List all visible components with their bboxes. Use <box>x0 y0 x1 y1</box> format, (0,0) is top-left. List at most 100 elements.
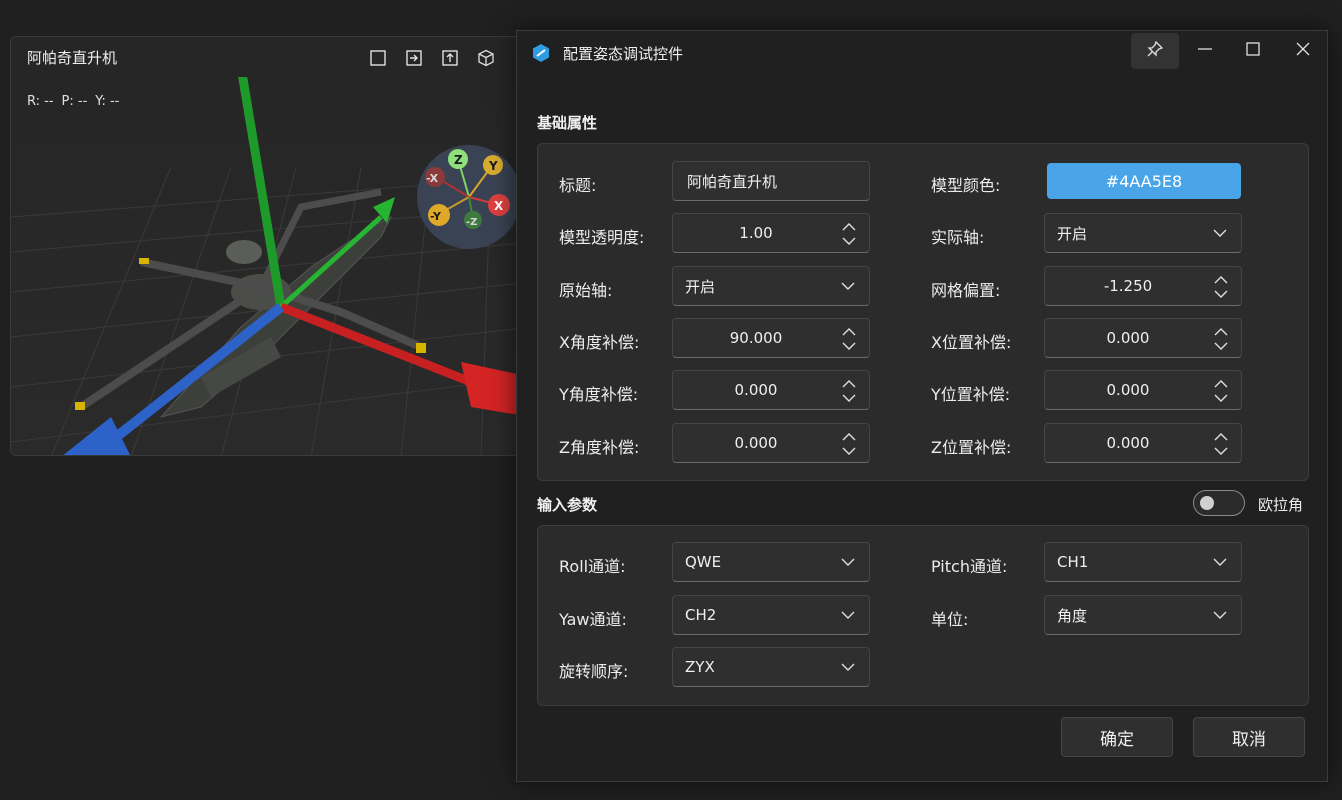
roll-channel-value: QWE <box>685 553 722 571</box>
roll-channel-select[interactable]: QWE <box>672 542 870 582</box>
grid-offset-label: 网格偏置: <box>931 281 1001 300</box>
minimize-button[interactable] <box>1181 33 1229 69</box>
opacity-value: 1.00 <box>739 224 773 242</box>
opacity-label: 模型透明度: <box>559 228 645 247</box>
chevron-down-icon <box>841 663 855 671</box>
close-button[interactable] <box>1279 33 1327 69</box>
orientation-gizmo: Z Y X -X -Y -Z <box>417 145 521 249</box>
z-angle-value: 0.000 <box>734 434 778 452</box>
x-angle-spinbox[interactable]: 90.000 <box>672 318 870 358</box>
y-pos-spinbox[interactable]: 0.000 <box>1044 370 1242 410</box>
3d-canvas[interactable]: Z Y X -X -Y -Z <box>11 77 529 455</box>
spin-arrows-icon <box>842 328 856 350</box>
roll-readout: R: -- <box>27 94 54 109</box>
title-label: 标题: <box>559 176 597 195</box>
z-angle-label: Z角度补偿: <box>559 438 640 457</box>
cancel-button[interactable]: 取消 <box>1193 717 1305 757</box>
z-pos-label: Z位置补偿: <box>931 438 1012 457</box>
gizmo-x-label: X <box>494 199 504 213</box>
chevron-down-icon <box>1213 611 1227 619</box>
export-icon[interactable] <box>403 47 425 69</box>
actual-axis-value: 开启 <box>1057 224 1088 243</box>
unit-label: 单位: <box>931 610 969 629</box>
rotation-order-select[interactable]: ZYX <box>672 647 870 687</box>
maximize-button[interactable] <box>1229 33 1277 69</box>
viewer-title: 阿帕奇直升机 <box>27 48 118 67</box>
x-pos-spinbox[interactable]: 0.000 <box>1044 318 1242 358</box>
origin-axis-select[interactable]: 开启 <box>672 266 870 306</box>
actual-axis-select[interactable]: 开启 <box>1044 213 1242 253</box>
z-pos-value: 0.000 <box>1106 434 1150 452</box>
model-color-value: #4AA5E8 <box>1105 171 1183 191</box>
rotation-order-value: ZYX <box>685 658 715 676</box>
spin-arrows-icon <box>842 380 856 402</box>
rpy-readout: R: -- P: -- Y: -- <box>27 94 119 109</box>
dialog-titlebar[interactable]: 配置姿态调试控件 <box>517 31 1327 75</box>
y-angle-value: 0.000 <box>734 381 778 399</box>
chevron-down-icon <box>841 611 855 619</box>
yaw-channel-label: Yaw通道: <box>559 610 627 629</box>
input-parameters-group: Roll通道: QWE Pitch通道: CH1 Yaw通道: CH2 单位: … <box>537 525 1309 706</box>
origin-axis-label: 原始轴: <box>559 281 613 300</box>
model-color-label: 模型颜色: <box>931 176 1001 195</box>
gizmo-z-label: Z <box>454 153 463 167</box>
pitch-channel-value: CH1 <box>1057 553 1089 571</box>
pitch-channel-label: Pitch通道: <box>931 557 1008 576</box>
z-angle-spinbox[interactable]: 0.000 <box>672 423 870 463</box>
spin-arrows-icon <box>1214 276 1228 298</box>
grid-offset-spinbox[interactable]: -1.250 <box>1044 266 1242 306</box>
spin-arrows-icon <box>842 433 856 455</box>
gizmo-neg-z-label: -Z <box>466 217 477 228</box>
unit-select[interactable]: 角度 <box>1044 595 1242 635</box>
gizmo-y-label: Y <box>488 159 498 173</box>
dialog-title: 配置姿态调试控件 <box>563 45 684 63</box>
basic-properties-group: 标题: 阿帕奇直升机 模型颜色: #4AA5E8 模型透明度: 1.00 实际轴… <box>537 143 1309 481</box>
origin-axis-value: 开启 <box>685 277 716 296</box>
z-pos-spinbox[interactable]: 0.000 <box>1044 423 1242 463</box>
title-input[interactable]: 阿帕奇直升机 <box>672 161 870 201</box>
actual-axis-label: 实际轴: <box>931 228 985 247</box>
y-angle-label: Y角度补偿: <box>559 385 639 404</box>
upload-icon[interactable] <box>439 47 461 69</box>
chevron-down-icon <box>1213 558 1227 566</box>
x-pos-label: X位置补偿: <box>931 333 1012 352</box>
y-pos-label: Y位置补偿: <box>931 385 1011 404</box>
yaw-channel-value: CH2 <box>685 606 717 624</box>
chevron-down-icon <box>1213 229 1227 237</box>
roll-channel-label: Roll通道: <box>559 557 626 576</box>
pitch-channel-select[interactable]: CH1 <box>1044 542 1242 582</box>
spin-arrows-icon <box>1214 433 1228 455</box>
y-pos-value: 0.000 <box>1106 381 1150 399</box>
grid-offset-value: -1.250 <box>1103 277 1153 295</box>
ok-button[interactable]: 确定 <box>1061 717 1173 757</box>
euler-toggle[interactable] <box>1193 490 1245 516</box>
pitch-readout: P: -- <box>61 94 88 109</box>
y-angle-spinbox[interactable]: 0.000 <box>672 370 870 410</box>
toggle-knob <box>1200 496 1214 510</box>
input-section-title: 输入参数 <box>537 496 598 514</box>
model-color-button[interactable]: #4AA5E8 <box>1047 163 1241 199</box>
spin-arrows-icon <box>1214 380 1228 402</box>
euler-label: 欧拉角 <box>1258 496 1304 514</box>
viewer-toolbar <box>367 47 497 69</box>
unit-value: 角度 <box>1057 606 1088 625</box>
cube-icon[interactable] <box>475 47 497 69</box>
yaw-channel-select[interactable]: CH2 <box>672 595 870 635</box>
maximize-icon <box>1244 40 1262 62</box>
frame-icon[interactable] <box>367 47 389 69</box>
x-angle-label: X角度补偿: <box>559 333 640 352</box>
pin-button[interactable] <box>1131 33 1179 69</box>
minimize-icon <box>1196 40 1214 62</box>
basic-section-title: 基础属性 <box>537 114 598 132</box>
yaw-readout: Y: -- <box>95 94 120 109</box>
chevron-down-icon <box>841 282 855 290</box>
config-dialog: 配置姿态调试控件 基础属性 标题: 阿帕奇直升机 模型颜色: #4AA5E8 模… <box>516 30 1328 782</box>
title-input-value: 阿帕奇直升机 <box>687 172 778 191</box>
x-angle-value: 90.000 <box>729 329 783 347</box>
opacity-spinbox[interactable]: 1.00 <box>672 213 870 253</box>
x-pos-value: 0.000 <box>1106 329 1150 347</box>
model-viewer-panel: 阿帕奇直升机 Z Y X -X -Y -Z R: -- P: -- Y: -- <box>10 36 530 456</box>
spin-arrows-icon <box>1214 328 1228 350</box>
rotation-order-label: 旋转顺序: <box>559 662 629 681</box>
close-icon <box>1294 40 1312 62</box>
